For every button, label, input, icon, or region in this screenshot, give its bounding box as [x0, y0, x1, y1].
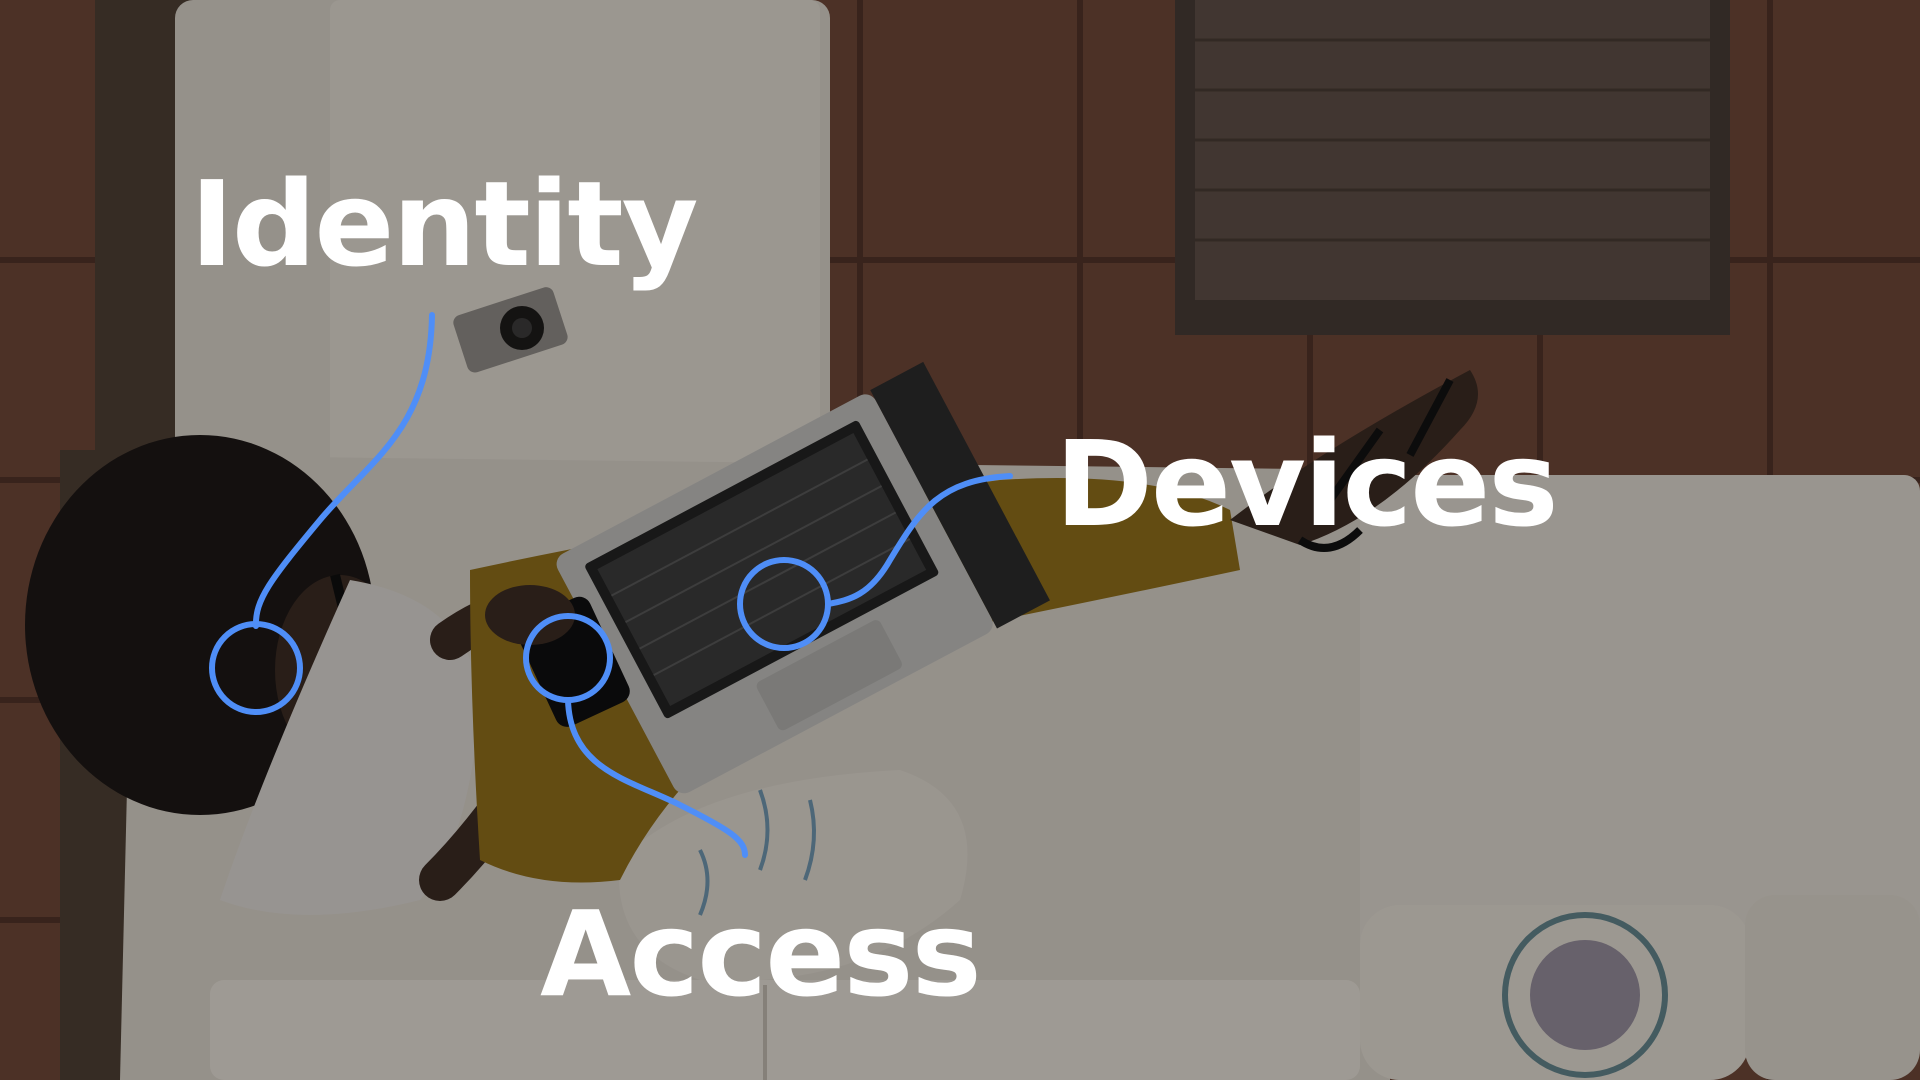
access-connector-line — [565, 697, 748, 858]
identity-marker-circle — [209, 621, 303, 715]
identity-callout — [209, 312, 435, 715]
devices-marker-circle — [737, 557, 831, 651]
access-marker-circle — [523, 613, 613, 703]
access-callout — [523, 613, 748, 858]
devices-callout — [737, 473, 1013, 651]
identity-label: Identity — [190, 155, 699, 293]
devices-label: Devices — [1055, 415, 1559, 553]
identity-connector-line — [252, 312, 435, 629]
access-label: Access — [540, 885, 982, 1023]
devices-connector-line — [825, 473, 1013, 607]
